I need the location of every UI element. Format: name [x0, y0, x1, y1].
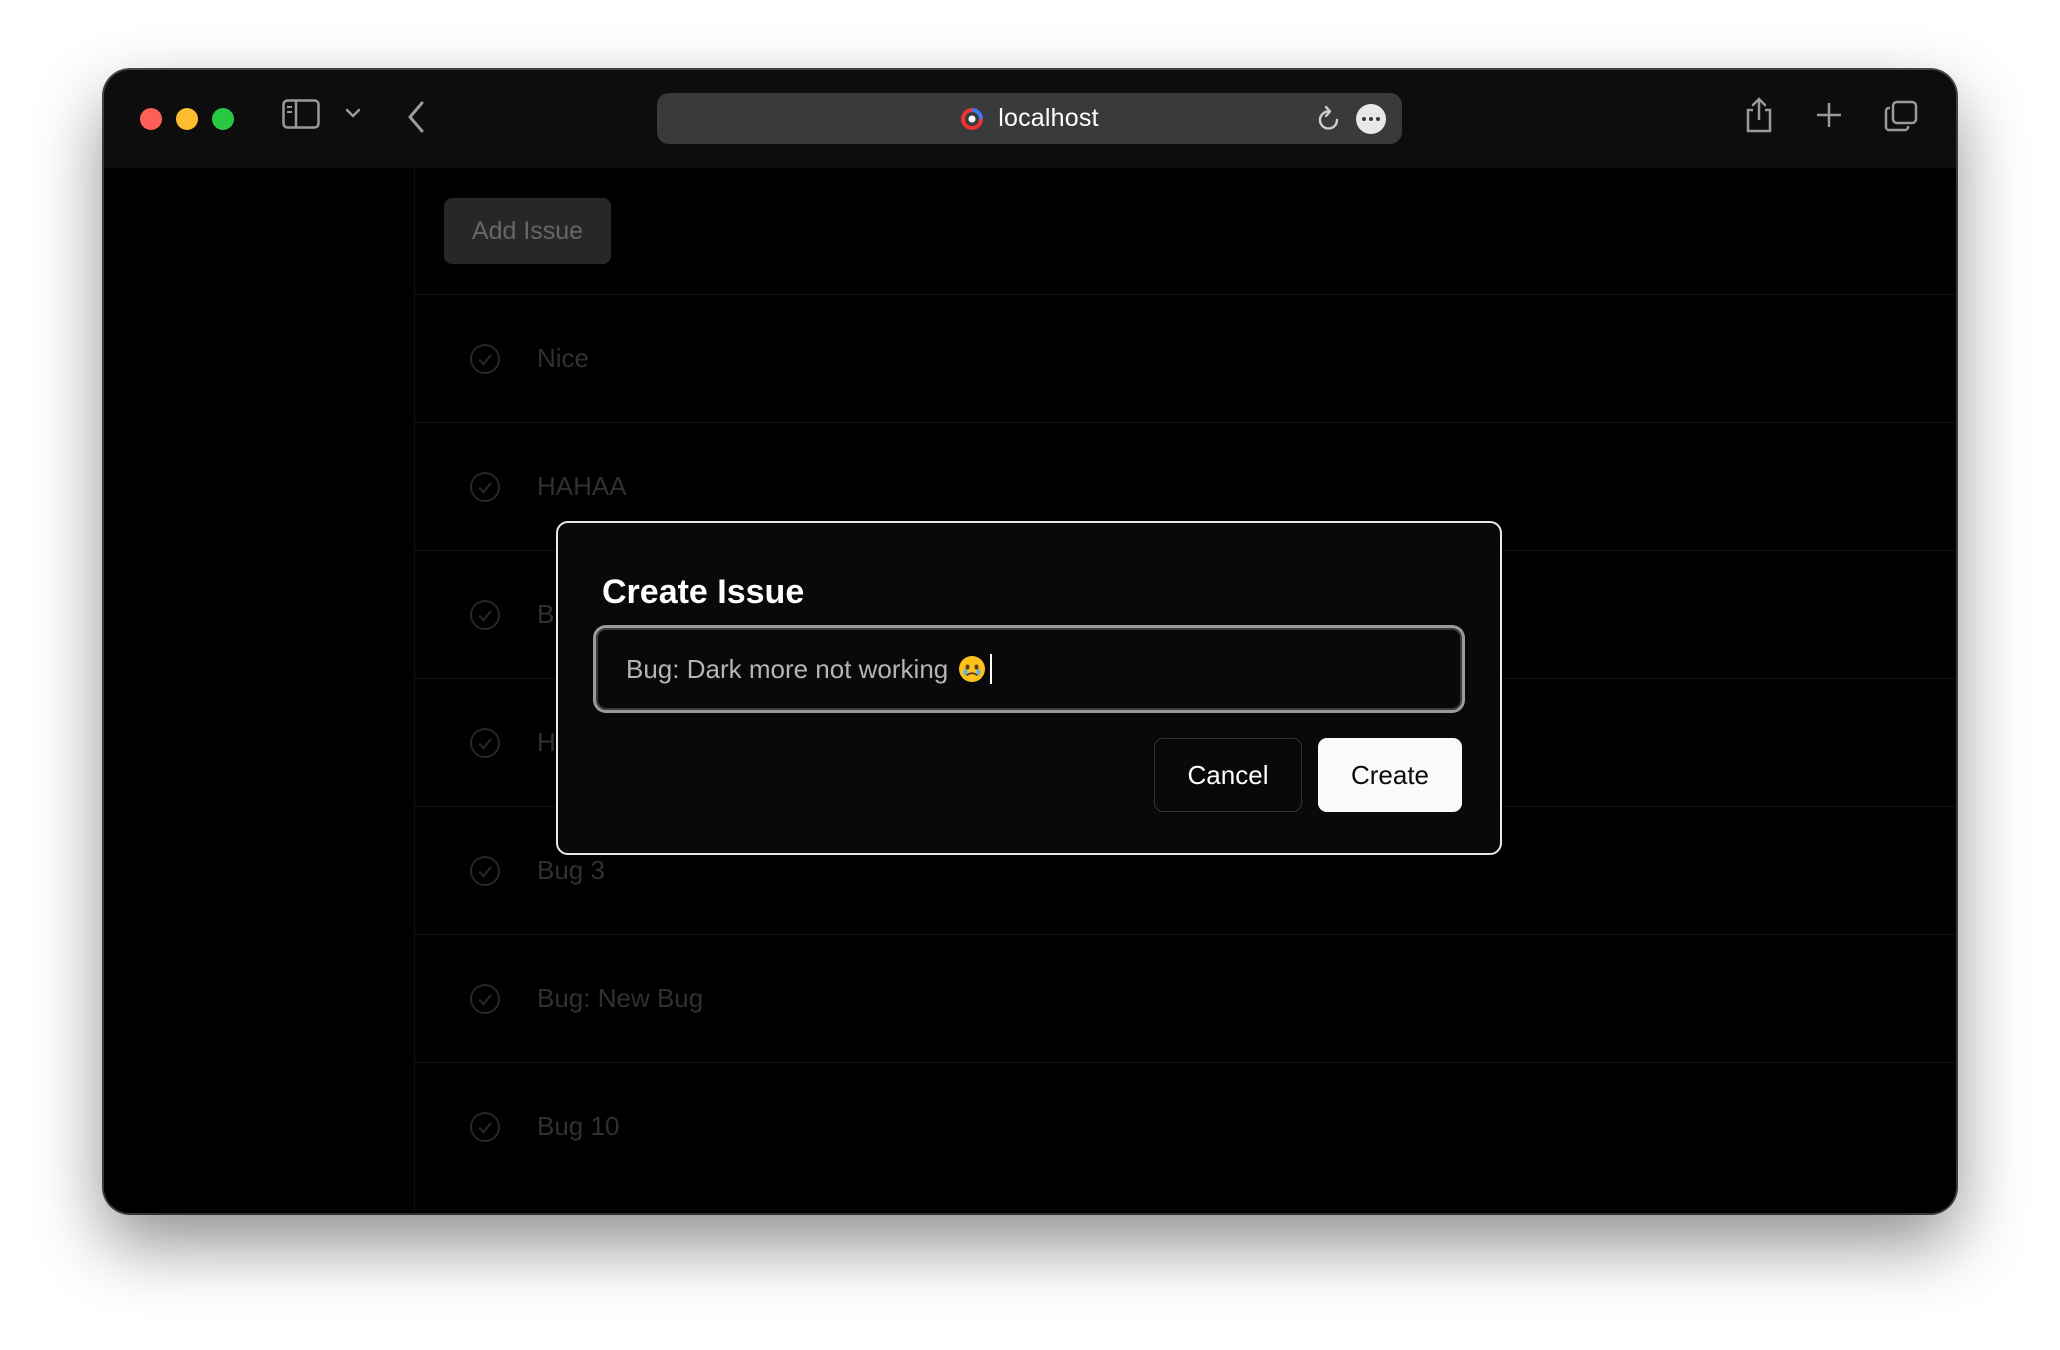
- issue-title-input[interactable]: Bug: Dark more not working: [596, 628, 1462, 710]
- url-text: localhost: [998, 104, 1099, 132]
- cancel-button[interactable]: Cancel: [1154, 738, 1302, 812]
- browser-toolbar: localhost: [104, 70, 1956, 168]
- new-tab-icon[interactable]: [1814, 100, 1844, 135]
- browser-window: localhost Add Issue Nice HAHAA B H Bug 3…: [104, 70, 1956, 1213]
- address-bar[interactable]: localhost: [657, 93, 1402, 144]
- sidebar-icon[interactable]: [282, 99, 320, 134]
- more-icon[interactable]: [1356, 104, 1386, 134]
- minimize-window-button[interactable]: [176, 108, 198, 130]
- chevron-down-icon[interactable]: [344, 106, 362, 125]
- share-icon[interactable]: [1744, 96, 1774, 139]
- window-controls: [140, 108, 234, 130]
- issue-input-value: Bug: Dark more not working: [626, 653, 949, 684]
- dialog-title: Create Issue: [602, 573, 805, 611]
- zoom-window-button[interactable]: [212, 108, 234, 130]
- site-favicon-icon: [960, 107, 984, 131]
- back-icon[interactable]: [404, 99, 428, 140]
- close-window-button[interactable]: [140, 108, 162, 130]
- tabs-overview-icon[interactable]: [1884, 100, 1918, 137]
- reload-icon[interactable]: [1316, 105, 1342, 138]
- create-button[interactable]: Create: [1318, 738, 1462, 812]
- create-issue-dialog: Create Issue Bug: Dark more not working …: [556, 521, 1502, 855]
- face-holding-back-tears-icon: [958, 655, 986, 683]
- text-caret: [990, 654, 993, 684]
